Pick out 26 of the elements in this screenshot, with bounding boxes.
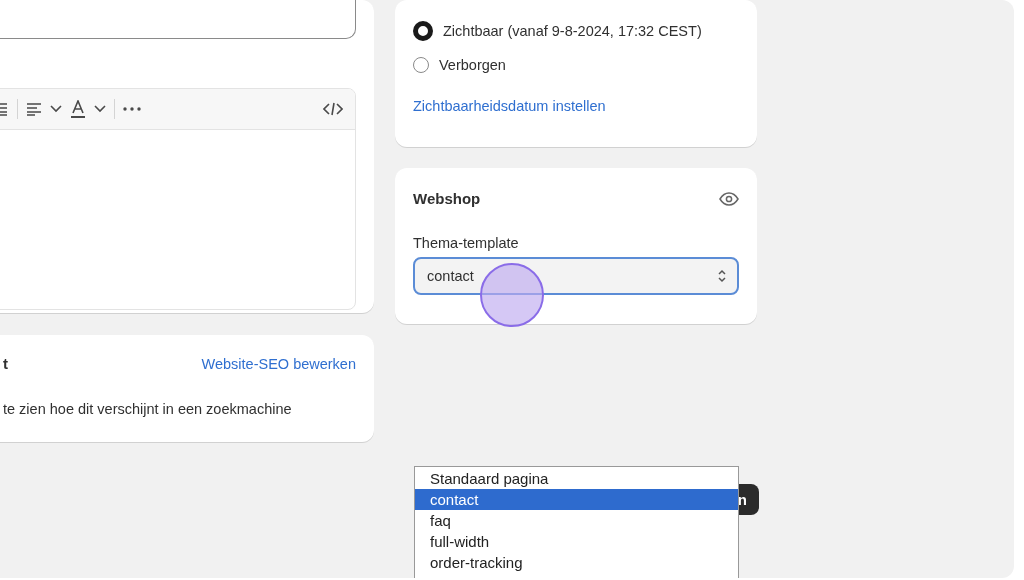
template-select[interactable]: contact — [413, 257, 739, 295]
dropdown-option[interactable]: full-width — [415, 531, 738, 552]
title-field[interactable] — [0, 0, 356, 39]
visibility-date-link[interactable]: Zichtbaarheidsdatum instellen — [413, 98, 606, 114]
code-icon[interactable] — [323, 102, 343, 116]
chevron-down-icon[interactable] — [50, 105, 62, 113]
touch-indicator — [480, 263, 544, 327]
text-color-icon[interactable] — [70, 100, 86, 118]
radio-label: Zichtbaar (vanaf 9-8-2024, 17:32 CEST) — [443, 23, 702, 39]
dropdown-option[interactable]: contact — [415, 489, 738, 510]
dropdown-option[interactable]: order-tracking — [415, 552, 738, 573]
dropdown-option[interactable]: Standaard pagina — [415, 468, 738, 489]
field-label: Thema-template — [413, 235, 520, 251]
radio-button[interactable] — [413, 21, 433, 41]
more-icon[interactable] — [123, 107, 141, 111]
eye-icon[interactable] — [719, 191, 739, 206]
seo-description: te zien hoe dit verschijnt in een zoekmachine — [3, 401, 293, 417]
card-heading: Webshop — [413, 190, 481, 207]
dropdown-option[interactable]: faq — [415, 510, 738, 531]
radio-label: Verborgen — [439, 57, 506, 73]
radio-button[interactable] — [413, 57, 429, 73]
chevron-down-icon[interactable] — [94, 105, 106, 113]
select-arrows-icon — [717, 268, 727, 284]
edit-seo-link[interactable]: Website-SEO bewerken — [201, 355, 356, 372]
card-heading: t — [3, 355, 8, 372]
align-icon[interactable] — [26, 102, 42, 116]
